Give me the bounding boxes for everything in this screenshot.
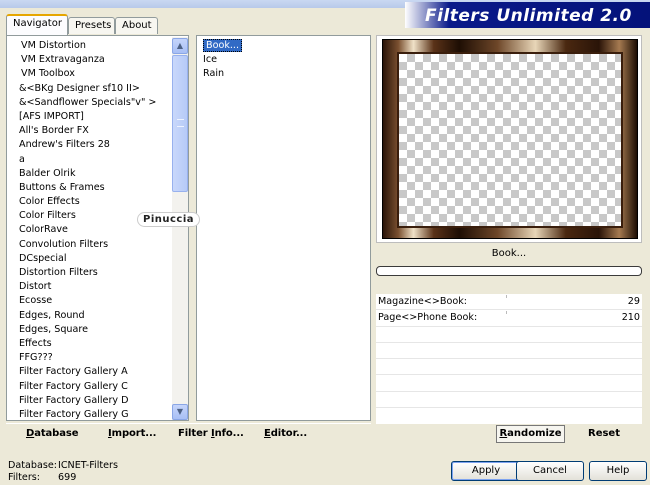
category-item[interactable]: ColorRave: [19, 223, 156, 237]
category-item[interactable]: a: [19, 153, 156, 167]
category-item[interactable]: Effects: [19, 337, 156, 351]
tab-navigator[interactable]: Navigator: [6, 14, 68, 35]
category-item[interactable]: VM Toolbox: [19, 67, 156, 81]
category-scrollbar[interactable]: ▲ ▼: [172, 37, 188, 420]
help-button[interactable]: Help: [589, 461, 647, 481]
category-item[interactable]: All's Border FX: [19, 124, 156, 138]
tab-presets[interactable]: Presets: [68, 17, 115, 34]
filter-item-label: Ice: [203, 54, 218, 66]
filter-list[interactable]: Book... Ice Rain: [196, 35, 371, 421]
category-item[interactable]: Andrew's Filters 28: [19, 138, 156, 152]
parameter-row[interactable]: Page<>Phone Book: 210: [376, 310, 642, 327]
parameter-row[interactable]: [376, 326, 642, 343]
database-button[interactable]: Database: [26, 428, 79, 439]
parameter-label: Magazine<>Book:: [378, 296, 467, 307]
category-item[interactable]: Color Filters: [19, 209, 156, 223]
filter-item[interactable]: Book...: [203, 39, 243, 53]
cancel-button[interactable]: Cancel: [516, 461, 584, 481]
category-item[interactable]: DCspecial: [19, 252, 156, 266]
preview-filter-name: Book...: [491, 248, 527, 259]
database-status-key: Database:: [8, 460, 58, 471]
parameter-label: Page<>Phone Book:: [378, 312, 478, 324]
parameter-row[interactable]: [376, 359, 642, 376]
category-item[interactable]: Convolution Filters: [19, 238, 156, 252]
category-item[interactable]: VM Extravaganza: [19, 53, 156, 67]
tab-about[interactable]: About: [115, 17, 158, 34]
category-item[interactable]: &<Sandflower Specials"v" >: [19, 96, 156, 110]
category-items: VM Distortion VM Extravaganza VM Toolbox &<…: [19, 39, 156, 422]
category-item[interactable]: Distort: [19, 280, 156, 294]
category-item[interactable]: Filter Factory Gallery A: [19, 365, 156, 379]
category-item[interactable]: Filter Factory Gallery D: [19, 394, 156, 408]
parameter-value: 29: [627, 296, 640, 307]
category-item[interactable]: Balder Olrik: [19, 167, 156, 181]
app-banner: Filters Unlimited 2.0: [405, 2, 650, 28]
randomize-button[interactable]: Randomize: [496, 425, 565, 443]
import-button[interactable]: Import...: [108, 428, 156, 439]
category-item[interactable]: Filter Factory Gallery C: [19, 380, 156, 394]
category-item[interactable]: Filter Factory Gallery G: [19, 408, 156, 422]
parameter-list: Magazine<>Book: 29 Page<>Phone Book: 210: [376, 294, 642, 425]
filter-item-label: Rain: [203, 68, 225, 80]
filters-status-value: 699: [58, 472, 77, 483]
filter-item[interactable]: Rain: [203, 67, 242, 81]
editor-button[interactable]: Editor...: [264, 428, 307, 439]
filter-item-label: Book...: [203, 39, 243, 52]
category-item[interactable]: Edges, Round: [19, 309, 156, 323]
watermark-signature: Pinuccia: [137, 212, 201, 227]
database-status-value: ICNET-Filters: [58, 460, 118, 471]
category-item[interactable]: Buttons & Frames: [19, 181, 156, 195]
progress-bar: [376, 266, 642, 276]
filter-items: Book... Ice Rain: [203, 39, 243, 82]
scroll-up-button[interactable]: ▲: [172, 38, 188, 54]
reset-button[interactable]: Reset: [588, 428, 620, 439]
filters-status-key: Filters:: [8, 472, 40, 483]
filter-item[interactable]: Ice: [203, 53, 242, 67]
category-item[interactable]: Color Effects: [19, 195, 156, 209]
slider-tick-icon: [506, 295, 507, 298]
parameter-row[interactable]: [376, 408, 642, 425]
scroll-down-button[interactable]: ▼: [172, 404, 188, 420]
status-info: Database:ICNET-Filters Filters: 699: [8, 460, 118, 484]
parameter-value: 210: [621, 312, 640, 324]
apply-button[interactable]: Apply: [451, 461, 521, 481]
parameter-row[interactable]: Magazine<>Book: 29: [376, 294, 642, 311]
slider-tick-icon: [506, 311, 507, 315]
category-item[interactable]: &<BKg Designer sf10 II>: [19, 82, 156, 96]
category-item[interactable]: FFG???: [19, 351, 156, 365]
grip-icon: [177, 119, 184, 127]
category-item[interactable]: Edges, Square: [19, 323, 156, 337]
category-item[interactable]: VM Distortion: [19, 39, 156, 53]
parameter-row[interactable]: [376, 342, 642, 360]
scroll-thumb[interactable]: [172, 55, 188, 192]
banner-title: Filters Unlimited 2.0: [425, 6, 632, 26]
preview-transparency: [397, 52, 623, 228]
left-button-bar: Database Import... Filter Info... Editor…: [6, 423, 371, 445]
filter-info-button[interactable]: Filter Info...: [178, 428, 244, 439]
parameter-row[interactable]: [376, 391, 642, 409]
category-item[interactable]: [AFS IMPORT]: [19, 110, 156, 124]
category-item[interactable]: Ecosse: [19, 294, 156, 308]
category-list[interactable]: VM Distortion VM Extravaganza VM Toolbox &<…: [6, 35, 189, 421]
category-item[interactable]: Distortion Filters: [19, 266, 156, 280]
parameter-row[interactable]: [376, 375, 642, 392]
